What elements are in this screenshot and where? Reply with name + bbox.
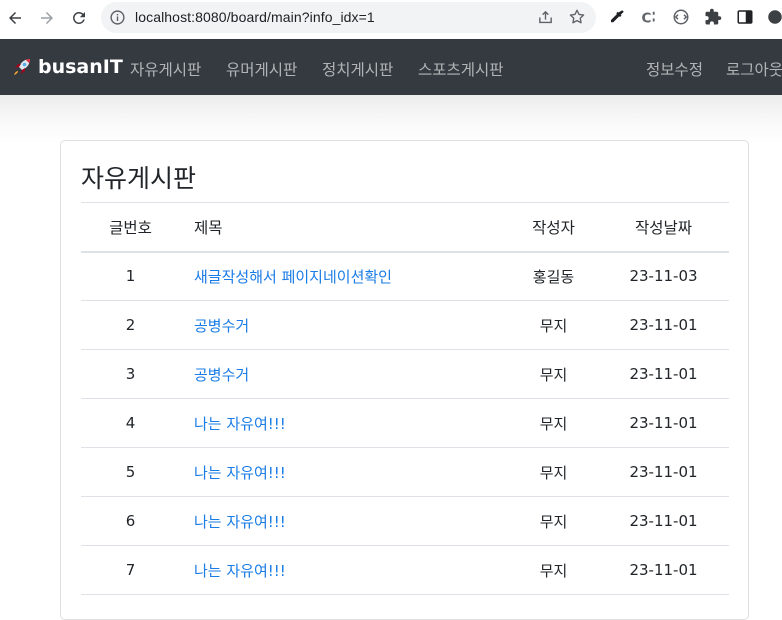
post-date: 23-11-03 [598, 251, 729, 301]
post-date: 23-11-01 [598, 447, 729, 497]
table-row: 7 나는 자유여!!! 무지 23-11-01 [81, 545, 729, 595]
header-title: 제목 [180, 202, 509, 253]
post-date: 23-11-01 [598, 496, 729, 546]
post-number: 3 [81, 349, 180, 399]
star-icon[interactable] [568, 8, 586, 26]
arrow-right-icon [41, 12, 53, 24]
post-number: 5 [81, 447, 180, 497]
rocket-icon [14, 59, 30, 75]
post-writer: 무지 [509, 300, 598, 350]
share-icon[interactable] [537, 9, 554, 26]
brand-name: busanIT [38, 56, 123, 78]
table-row: 1 새글작성해서 페이지네이션확인 홍길동 23-11-03 [81, 251, 729, 301]
board-table: 글번호 제목 작성자 작성날짜 1 새글작성해서 페이지네이션확인 홍길동 23… [81, 202, 729, 595]
table-row: 2 공병수거 무지 23-11-01 [81, 300, 729, 350]
profile-icon[interactable] [766, 8, 782, 26]
eyedropper-icon[interactable] [608, 8, 626, 26]
side-panel-icon[interactable] [736, 8, 754, 26]
back-button[interactable] [3, 6, 27, 30]
extensions-puzzle-icon[interactable] [704, 8, 722, 26]
post-title-link[interactable]: 나는 자유여!!! [194, 562, 286, 580]
browser-toolbar: localhost:8080/board/main?info_idx=1 C [0, 0, 782, 39]
post-title-link[interactable]: 공병수거 [194, 366, 249, 384]
post-title-link[interactable]: 나는 자유여!!! [194, 464, 286, 482]
header-number: 글번호 [81, 202, 180, 253]
url-text[interactable]: localhost:8080/board/main?info_idx=1 [135, 9, 375, 25]
post-writer: 홍길동 [509, 251, 598, 301]
post-date: 23-11-01 [598, 398, 729, 448]
nav-logout[interactable]: 로그아웃 [726, 58, 782, 80]
post-writer: 무지 [509, 398, 598, 448]
info-icon[interactable] [109, 9, 126, 26]
nav-sports-board[interactable]: 스포츠게시판 [418, 58, 504, 80]
post-date: 23-11-01 [598, 545, 729, 595]
header-writer: 작성자 [509, 202, 598, 253]
table-row: 4 나는 자유여!!! 무지 23-11-01 [81, 398, 729, 448]
header-date: 작성날짜 [598, 202, 729, 253]
extension-circle-icon[interactable] [672, 8, 690, 26]
post-writer: 무지 [509, 496, 598, 546]
svg-text:C: C [642, 10, 652, 26]
address-bar[interactable]: localhost:8080/board/main?info_idx=1 [101, 2, 596, 33]
post-number: 7 [81, 545, 180, 595]
reload-icon [73, 11, 85, 24]
table-row: 6 나는 자유여!!! 무지 23-11-01 [81, 496, 729, 546]
brand-link[interactable]: busanIT [10, 55, 123, 79]
post-writer: 무지 [509, 349, 598, 399]
site-navbar: busanIT 자유게시판 유머게시판 정치게시판 스포츠게시판 정보수정 로그… [0, 39, 782, 95]
table-header-row: 글번호 제목 작성자 작성날짜 [81, 202, 729, 253]
reload-button[interactable] [67, 6, 91, 30]
post-number: 4 [81, 398, 180, 448]
post-title-link[interactable]: 공병수거 [194, 317, 249, 335]
board-title: 자유게시판 [81, 164, 197, 193]
post-writer: 무지 [509, 545, 598, 595]
nav-humor-board[interactable]: 유머게시판 [226, 58, 297, 80]
nav-politics-board[interactable]: 정치게시판 [322, 58, 393, 80]
nav-free-board[interactable]: 자유게시판 [130, 58, 201, 80]
post-title-link[interactable]: 나는 자유여!!! [194, 415, 286, 433]
table-row: 5 나는 자유여!!! 무지 23-11-01 [81, 447, 729, 497]
post-date: 23-11-01 [598, 349, 729, 399]
post-date: 23-11-01 [598, 300, 729, 350]
post-number: 2 [81, 300, 180, 350]
board-card: 자유게시판 글번호 제목 작성자 작성날짜 1 새글작성해서 페이지네이션확인 … [60, 140, 749, 620]
post-number: 1 [81, 251, 180, 301]
post-writer: 무지 [509, 447, 598, 497]
table-row: 3 공병수거 무지 23-11-01 [81, 349, 729, 399]
arrow-left-icon [9, 12, 21, 24]
nav-edit-info[interactable]: 정보수정 [646, 58, 703, 80]
forward-button[interactable] [35, 6, 59, 30]
post-title-link[interactable]: 나는 자유여!!! [194, 513, 286, 531]
post-number: 6 [81, 496, 180, 546]
extension-c-icon[interactable]: C [640, 8, 658, 26]
post-title-link[interactable]: 새글작성해서 페이지네이션확인 [194, 268, 392, 286]
